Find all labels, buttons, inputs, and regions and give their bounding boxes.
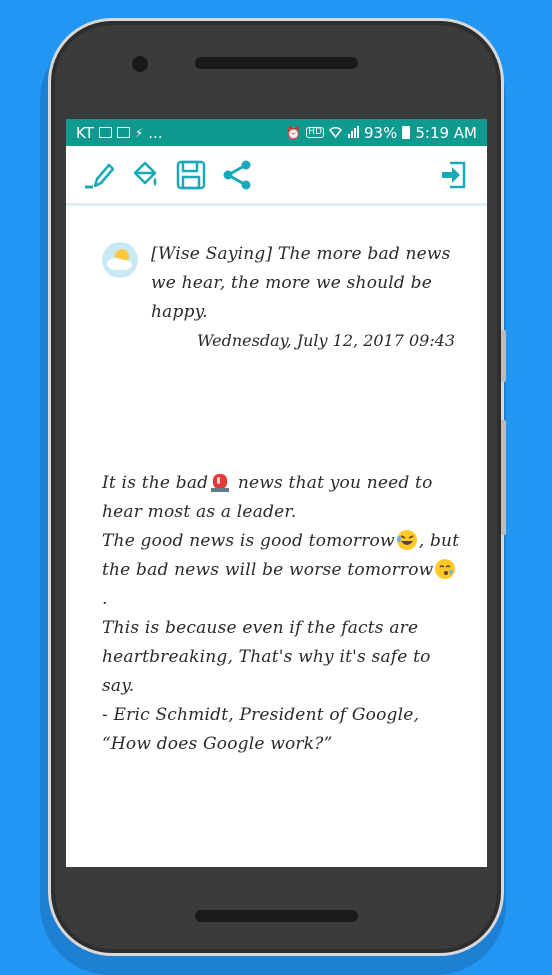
note-body[interactable]: It is the bad news that you need to hear…	[102, 469, 462, 759]
siren-emoji-icon	[211, 474, 230, 492]
body-line-5: “How does Google work?”	[102, 734, 333, 754]
image-notification-icon	[98, 127, 112, 138]
body-line-4: - Eric Schmidt, President of Google,	[102, 705, 420, 725]
signal-icon	[347, 125, 359, 140]
body-line-3: This is because even if the facts are he…	[102, 618, 431, 696]
status-bar: KT ⚡ ... ⏰ HD 93% 5:19 AM	[66, 119, 487, 146]
paint-button[interactable]	[126, 156, 164, 194]
screen: KT ⚡ ... ⏰ HD 93% 5:19 AM [Wise Saying] …	[66, 119, 487, 867]
mail-notification-icon	[116, 127, 130, 138]
more-notifications: ...	[148, 123, 163, 142]
front-camera	[132, 56, 148, 72]
battery-percent: 93%	[364, 123, 398, 142]
bottom-speaker	[195, 910, 358, 922]
body-line-2c: .	[102, 589, 108, 609]
save-button[interactable]	[172, 156, 210, 194]
toolbar	[66, 146, 487, 206]
share-button[interactable]	[218, 156, 256, 194]
body-line-1a: It is the bad	[102, 473, 209, 493]
save-icon	[176, 160, 206, 189]
note-date: Wednesday, July 12, 2017 09:43	[197, 331, 456, 350]
clock: 5:19 AM	[415, 123, 477, 142]
share-icon	[223, 160, 251, 189]
body-line-2a: The good news is good tomorrow	[102, 531, 395, 551]
power-button	[501, 420, 506, 535]
volume-button	[501, 330, 506, 382]
sad-emoji-icon	[435, 559, 456, 579]
laughing-emoji-icon	[396, 530, 417, 550]
hd-icon: HD	[306, 127, 324, 138]
alarm-icon: ⏰	[286, 125, 302, 140]
wise-saying-text: [Wise Saying] The more bad news we hear,…	[151, 244, 451, 322]
paint-bucket-icon	[133, 161, 157, 186]
edit-icon	[85, 163, 115, 188]
app-notification-icon: ⚡	[134, 125, 144, 140]
exit-icon	[442, 161, 466, 188]
battery-icon	[402, 126, 411, 139]
wifi-icon	[328, 126, 343, 140]
exit-button[interactable]	[435, 156, 473, 194]
weather-cloudy-icon	[102, 242, 138, 278]
earpiece-speaker	[195, 57, 358, 69]
edit-button[interactable]	[80, 156, 118, 194]
carrier-label: KT	[76, 123, 94, 142]
